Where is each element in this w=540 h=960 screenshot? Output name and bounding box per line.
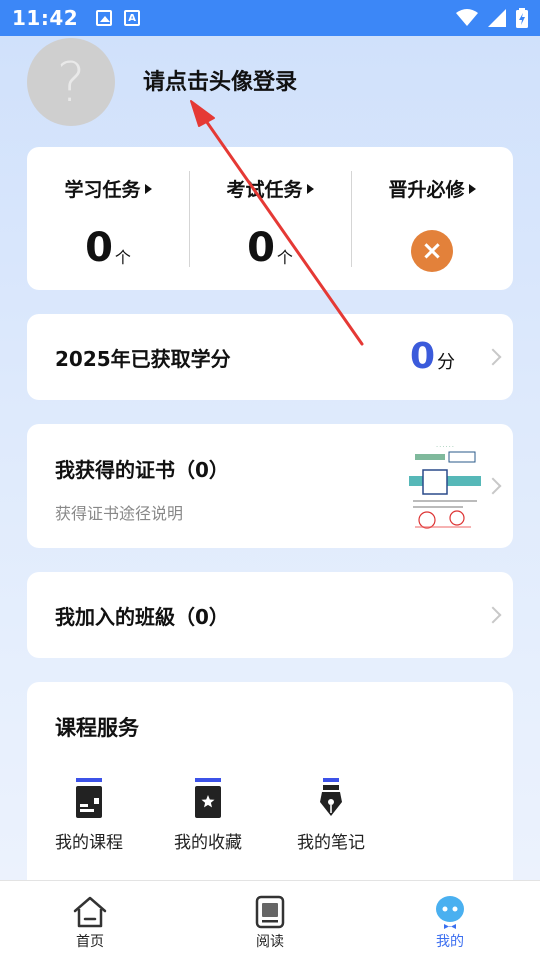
signal-icon xyxy=(488,9,506,27)
triangle-right-icon xyxy=(468,183,476,194)
study-tasks-title: 学习任务 xyxy=(64,179,141,201)
my-notes-label: 我的笔记 xyxy=(297,833,365,853)
certificate-thumbnail-icon: · · · · · · xyxy=(409,440,481,532)
image-icon xyxy=(96,10,113,26)
favorite-book-icon xyxy=(195,778,221,818)
promotion-required[interactable]: 晋升必修 × xyxy=(351,147,513,290)
avatar[interactable]: ? xyxy=(27,38,115,126)
credit-title: 2025年已获取学分 xyxy=(55,346,231,371)
credit-card[interactable]: 2025年已获取学分 0 分 xyxy=(27,314,513,400)
status-bar: 11:42 A xyxy=(0,0,540,36)
bottom-tab-bar: 首页 阅读 我的 xyxy=(0,880,540,960)
read-icon xyxy=(255,895,285,929)
chevron-right-icon xyxy=(484,477,502,495)
classes-title: 我加入的班級（0） xyxy=(55,604,229,629)
pen-nib-icon xyxy=(320,778,342,816)
promotion-required-title: 晋升必修 xyxy=(388,179,465,201)
tab-home[interactable]: 首页 xyxy=(0,881,180,960)
chevron-right-icon xyxy=(484,348,502,366)
services-title: 课程服务 xyxy=(55,716,139,740)
profile-icon xyxy=(436,896,464,929)
profile-header: ? 请点击头像登录 xyxy=(0,36,540,146)
battery-icon xyxy=(516,8,528,28)
a-icon: A xyxy=(124,10,141,26)
triangle-right-icon xyxy=(306,183,314,194)
study-tasks-count: 0 xyxy=(85,225,113,271)
study-tasks-unit: 个 xyxy=(114,248,131,267)
tasks-card: 学习任务 0 个 考试任务 0 个 晋升必修 × xyxy=(27,147,513,290)
my-favorites-label: 我的收藏 xyxy=(174,833,242,853)
certificate-title: 我获得的证书（0） xyxy=(55,458,229,482)
tab-read-label: 阅读 xyxy=(256,934,284,950)
my-favorites-button[interactable]: 我的收藏 xyxy=(158,778,258,853)
classes-card[interactable]: 我加入的班級（0） xyxy=(27,572,513,658)
svg-text:· · · · · ·: · · · · · · xyxy=(436,444,454,450)
avatar-placeholder: ? xyxy=(56,50,86,114)
close-circle-icon: × xyxy=(411,230,453,272)
my-courses-label: 我的课程 xyxy=(55,833,123,853)
exam-tasks-count: 0 xyxy=(247,225,275,271)
exam-tasks-unit: 个 xyxy=(276,248,293,267)
tab-home-label: 首页 xyxy=(76,934,104,950)
login-prompt[interactable]: 请点击头像登录 xyxy=(143,64,297,96)
tab-profile-label: 我的 xyxy=(436,934,464,950)
study-tasks[interactable]: 学习任务 0 个 xyxy=(27,147,189,290)
my-notes-button[interactable]: 我的笔记 xyxy=(281,778,381,853)
tab-profile[interactable]: 我的 xyxy=(360,881,540,960)
home-icon xyxy=(73,896,107,928)
course-book-icon xyxy=(76,778,102,818)
certificate-guide-link[interactable]: 获得证书途径说明 xyxy=(55,500,183,524)
status-time: 11:42 xyxy=(12,6,79,30)
exam-tasks[interactable]: 考试任务 0 个 xyxy=(189,147,351,290)
exam-tasks-title: 考试任务 xyxy=(226,179,303,201)
wifi-icon xyxy=(456,9,478,26)
credit-unit: 分 xyxy=(437,352,455,373)
course-services-card: 课程服务 我的课程 我的收藏 我的笔记 xyxy=(27,682,513,882)
certificate-card[interactable]: 我获得的证书（0） 获得证书途径说明 · · · · · · xyxy=(27,424,513,548)
chevron-right-icon xyxy=(484,606,502,624)
credit-value: 0 xyxy=(409,336,435,377)
tab-read[interactable]: 阅读 xyxy=(180,881,360,960)
triangle-right-icon xyxy=(144,183,152,194)
my-courses-button[interactable]: 我的课程 xyxy=(39,778,139,853)
